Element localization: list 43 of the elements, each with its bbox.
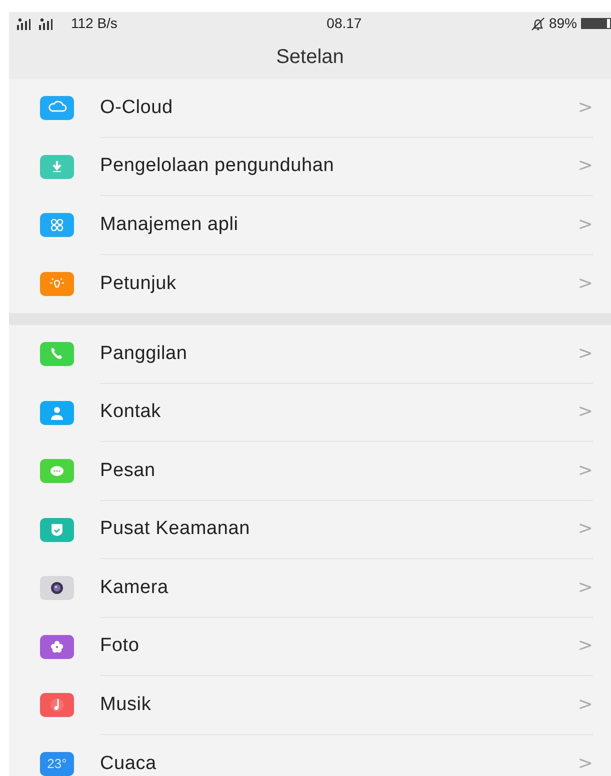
row-label: Cuaca [100, 752, 158, 776]
settings-row[interactable]: O-Cloud > [9, 79, 611, 138]
chevron-icon: > [578, 637, 593, 656]
chevron-icon: > [578, 462, 593, 480]
chevron-icon: > [578, 754, 593, 773]
row-label: Pusat Keamanan [100, 517, 251, 541]
chevron-icon: > [578, 520, 593, 538]
settings-row[interactable]: Pusat Keamanan > [9, 500, 611, 559]
settings-row[interactable]: Panggilan > [9, 325, 611, 384]
row-label: Manajemen apli [100, 212, 240, 236]
bell-off-icon [530, 16, 545, 30]
chevron-icon: > [578, 98, 593, 117]
chevron-icon: > [578, 344, 593, 363]
row-label: Petunjuk [100, 272, 178, 296]
row-label: O-Cloud [100, 96, 174, 120]
chevron-icon: > [578, 696, 593, 714]
row-label: Musik [100, 692, 152, 716]
settings-row[interactable]: Kontak > [9, 384, 611, 442]
row-label: Foto [100, 634, 140, 658]
settings-row[interactable]: Manajemen apli > [9, 196, 611, 254]
page-title: Setelan [276, 45, 344, 70]
settings-row[interactable]: Pesan > [9, 442, 611, 500]
battery-percent: 89% [548, 14, 577, 33]
row-label: Kontak [100, 400, 162, 424]
settings-row[interactable]: Kamera > [9, 559, 611, 618]
row-label: Pengelolaan pengunduhan [100, 154, 336, 178]
weather-icon: 23° [40, 752, 74, 776]
settings-row[interactable]: Foto > [9, 618, 611, 676]
row-label: Kamera [100, 576, 170, 600]
settings-row[interactable]: Petunjuk > [9, 254, 611, 313]
settings-row[interactable]: Pengelolaan pengunduhan > [9, 138, 611, 196]
battery-icon [581, 18, 611, 29]
chevron-icon: > [578, 274, 593, 293]
settings-row[interactable]: 23° Cuaca > [9, 734, 611, 776]
row-label: Pesan [100, 458, 156, 482]
settings-row[interactable]: Musik > [9, 676, 611, 734]
clock: 08.17 [326, 14, 363, 33]
chevron-icon: > [578, 157, 593, 176]
chevron-icon: > [578, 216, 593, 234]
chevron-icon: > [578, 403, 593, 422]
row-label: Panggilan [100, 342, 188, 366]
chevron-icon: > [578, 578, 593, 597]
network-speed: 112 B/s [71, 14, 118, 33]
